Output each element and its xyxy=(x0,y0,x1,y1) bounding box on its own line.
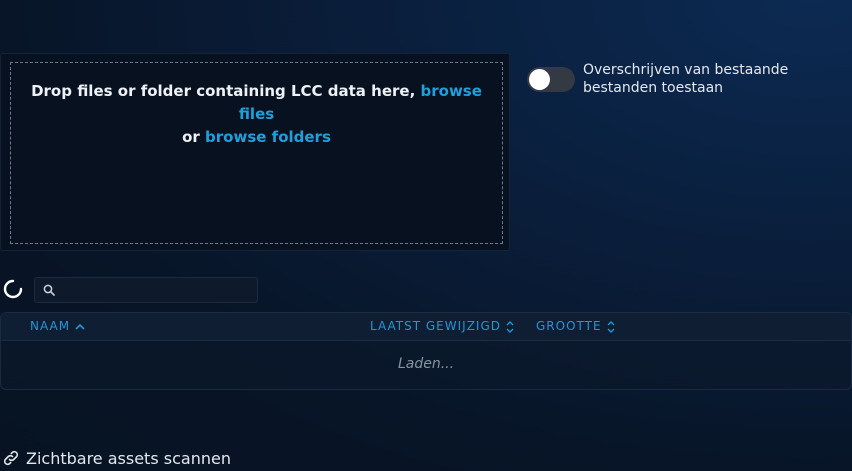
table-loading-status: Laden... xyxy=(397,356,455,372)
sort-asc-icon xyxy=(75,323,85,330)
toggle-knob xyxy=(529,69,550,90)
scan-visible-assets-label: Zichtbare assets scannen xyxy=(26,449,231,468)
refresh-icon[interactable] xyxy=(2,278,24,300)
dropzone-line-1: Drop files or folder containing LCC data… xyxy=(11,80,502,126)
dropzone-area[interactable]: Drop files or folder containing LCC data… xyxy=(10,62,503,244)
overwrite-toggle[interactable] xyxy=(527,67,575,92)
file-table: NAAM LAATST GEWIJZIGD GROOTTE Laden... xyxy=(0,312,852,390)
overwrite-toggle-label: Overschrijven van bestaande bestanden to… xyxy=(583,62,789,96)
sort-icon xyxy=(607,320,615,333)
dropzone-or-text: or xyxy=(182,128,200,146)
column-header-laatst-gewijzigd[interactable]: LAATST GEWIJZIGD xyxy=(370,319,515,334)
search-box[interactable] xyxy=(34,277,258,303)
column-header-grootte[interactable]: GROOTTE xyxy=(536,319,616,334)
sort-icon xyxy=(506,320,514,333)
scan-visible-assets-link[interactable]: Zichtbare assets scannen xyxy=(2,449,231,468)
browse-folders-link[interactable]: browse folders xyxy=(205,128,331,146)
dropzone-text: Drop files or folder containing LCC data… xyxy=(31,82,416,100)
column-header-naam[interactable]: NAAM xyxy=(30,319,86,333)
search-icon xyxy=(43,284,55,296)
file-dropzone[interactable]: Drop files or folder containing LCC data… xyxy=(0,53,510,251)
dropzone-line-2: or browse folders xyxy=(11,126,502,149)
table-header: NAAM LAATST GEWIJZIGD GROOTTE xyxy=(1,313,851,341)
link-icon xyxy=(3,450,19,466)
search-input[interactable] xyxy=(61,281,255,301)
